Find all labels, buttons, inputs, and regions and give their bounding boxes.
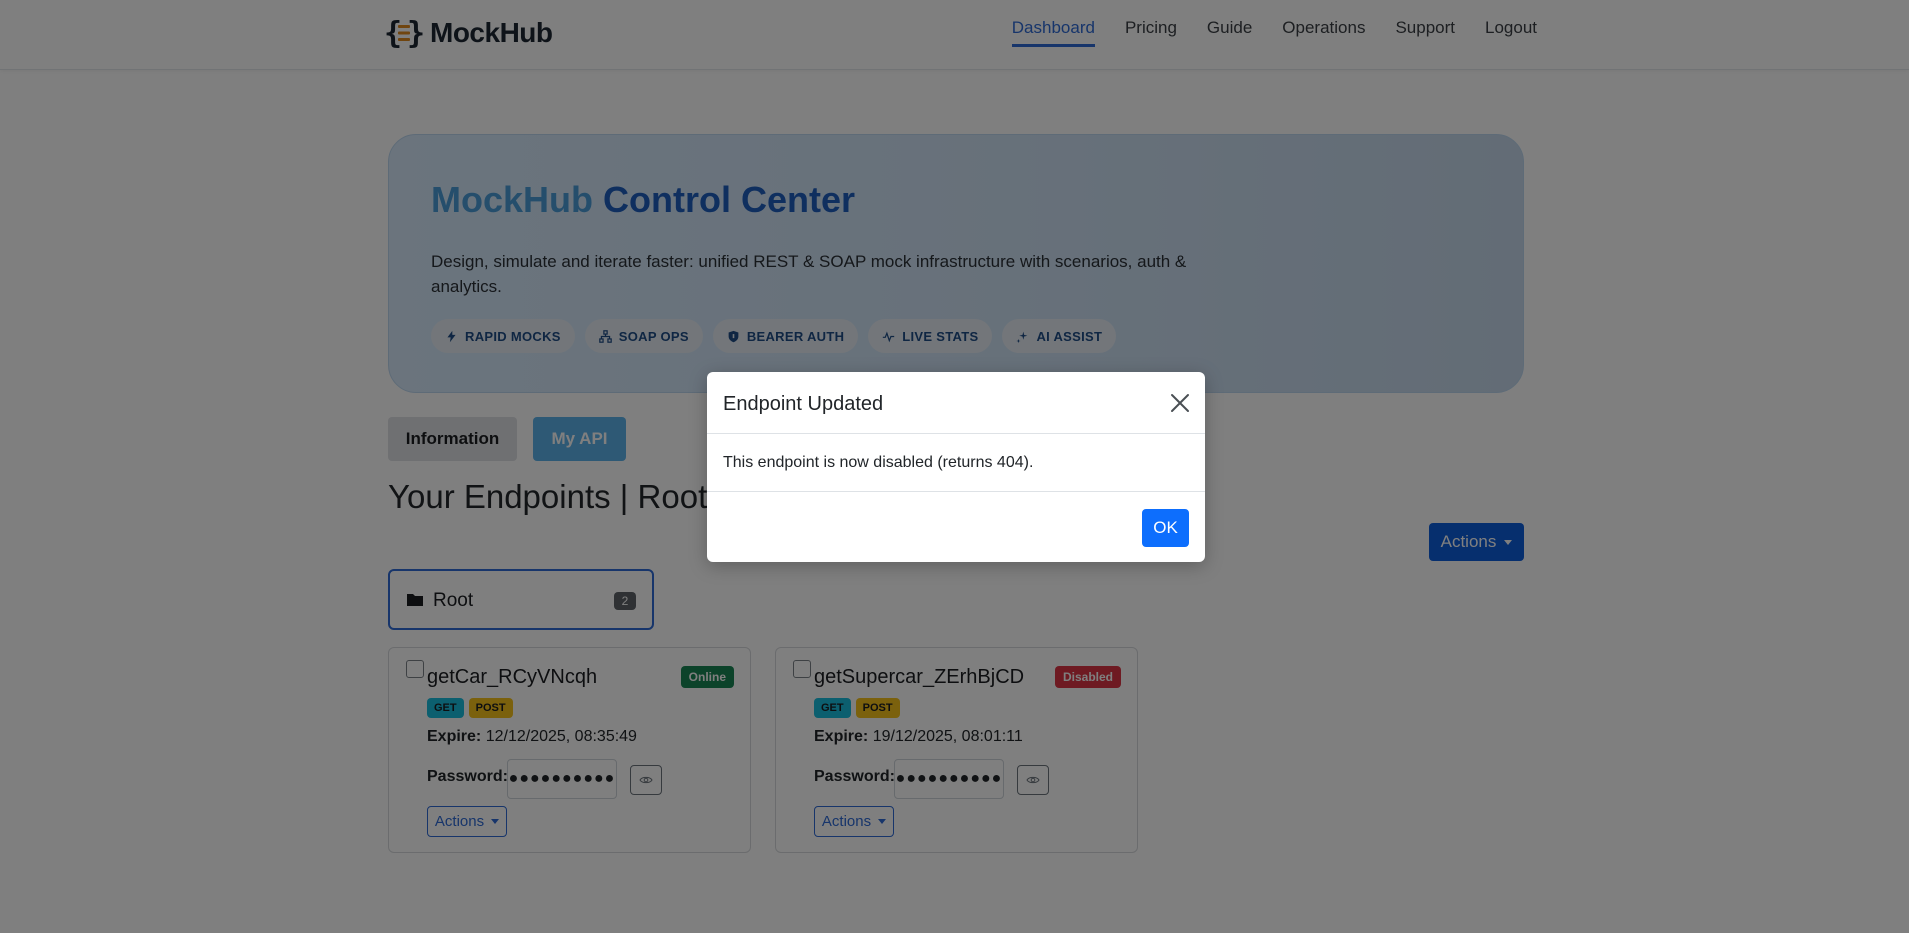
close-icon[interactable] xyxy=(1169,392,1191,414)
modal-footer: OK xyxy=(707,491,1205,562)
endpoint-updated-modal: Endpoint Updated This endpoint is now di… xyxy=(707,372,1205,562)
modal-title: Endpoint Updated xyxy=(723,393,884,415)
modal-header: Endpoint Updated xyxy=(707,372,1205,434)
modal-body: This endpoint is now disabled (returns 4… xyxy=(723,454,1034,471)
ok-button[interactable]: OK xyxy=(1142,509,1189,547)
